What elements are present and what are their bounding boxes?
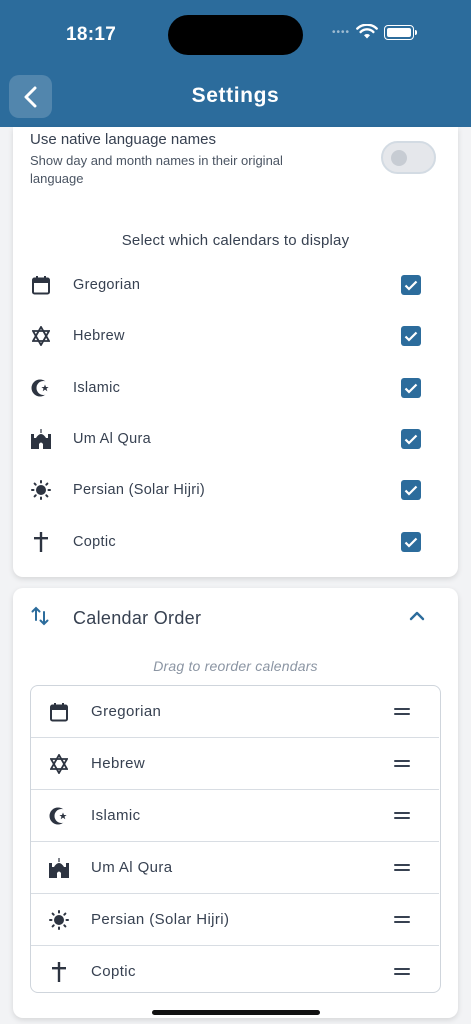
- order-item-islamic[interactable]: Islamic: [31, 790, 439, 842]
- check-icon: [404, 383, 418, 394]
- um-al-qura-checkbox[interactable]: [401, 429, 421, 449]
- calendar-option-islamic[interactable]: Islamic: [13, 368, 458, 408]
- crescent-star-icon: [48, 805, 70, 827]
- calendars-heading: Select which calendars to display: [121, 232, 350, 249]
- persian-checkbox[interactable]: [401, 480, 421, 500]
- drag-handle-icon[interactable]: [394, 862, 410, 874]
- sun-icon: [48, 909, 70, 931]
- calendar-display-card: Use native language names Show day and m…: [13, 127, 458, 577]
- drag-handle-icon[interactable]: [394, 966, 410, 978]
- coptic-checkbox[interactable]: [401, 532, 421, 552]
- calendar-option-coptic[interactable]: Coptic: [13, 522, 458, 562]
- star-of-david-icon: [30, 325, 52, 347]
- sort-arrows-icon: [31, 606, 49, 626]
- calendar-order-title: Calendar Order: [73, 608, 202, 628]
- calendar-icon: [30, 274, 52, 296]
- order-item-label: Hebrew: [91, 755, 146, 772]
- order-item-um-al-qura[interactable]: Um Al Qura: [31, 842, 439, 894]
- calendar-option-label: Islamic: [73, 380, 121, 396]
- check-icon: [404, 331, 418, 342]
- battery-icon: [384, 24, 418, 40]
- drag-handle-icon[interactable]: [394, 706, 410, 718]
- native-language-description: Show day and month names in their origin…: [30, 153, 283, 186]
- calendar-option-label: Um Al Qura: [73, 431, 151, 447]
- drag-handle-icon[interactable]: [394, 758, 410, 770]
- calendar-option-hebrew[interactable]: Hebrew: [13, 316, 458, 356]
- calendar-option-gregorian[interactable]: Gregorian: [13, 265, 458, 305]
- home-indicator[interactable]: [152, 1010, 320, 1015]
- hebrew-checkbox[interactable]: [401, 326, 421, 346]
- calendar-option-label: Coptic: [73, 534, 116, 550]
- toggle-knob: [391, 150, 407, 166]
- check-icon: [404, 434, 418, 445]
- check-icon: [404, 485, 418, 496]
- calendar-option-persian[interactable]: Persian (Solar Hijri): [13, 470, 458, 510]
- gregorian-checkbox[interactable]: [401, 275, 421, 295]
- calendar-option-um-al-qura[interactable]: Um Al Qura: [13, 419, 458, 459]
- app-header: 18:17 •••• Settings: [0, 0, 471, 127]
- order-item-persian[interactable]: Persian (Solar Hijri): [31, 894, 439, 946]
- calendar-order-card: Calendar Order Drag to reorder calendars…: [13, 588, 458, 1018]
- order-item-gregorian[interactable]: Gregorian: [31, 686, 439, 738]
- star-of-david-icon: [48, 753, 70, 775]
- native-language-title: Use native language names: [30, 131, 216, 148]
- calendar-order-header[interactable]: Calendar Order: [13, 588, 458, 648]
- sun-icon: [30, 479, 52, 501]
- wifi-icon: [356, 24, 378, 39]
- mosque-icon: [48, 857, 70, 879]
- order-item-label: Islamic: [91, 807, 141, 824]
- dynamic-island: [168, 15, 303, 55]
- check-icon: [404, 280, 418, 291]
- cross-icon: [48, 961, 70, 983]
- drag-handle-icon[interactable]: [394, 810, 410, 822]
- native-language-toggle[interactable]: [381, 141, 436, 174]
- calendar-option-label: Gregorian: [73, 277, 141, 293]
- calendar-option-label: Persian (Solar Hijri): [73, 482, 205, 498]
- order-item-label: Persian (Solar Hijri): [91, 911, 230, 928]
- order-item-hebrew[interactable]: Hebrew: [31, 738, 439, 790]
- chevron-up-icon[interactable]: [409, 608, 425, 624]
- status-time: 18:17: [66, 24, 117, 45]
- drag-hint: Drag to reorder calendars: [153, 658, 318, 674]
- crescent-star-icon: [30, 377, 52, 399]
- islamic-checkbox[interactable]: [401, 378, 421, 398]
- calendar-icon: [48, 701, 70, 723]
- mosque-icon: [30, 428, 52, 450]
- cross-icon: [30, 531, 52, 553]
- status-indicators: ••••: [332, 24, 418, 40]
- order-item-label: Um Al Qura: [91, 859, 173, 876]
- order-item-label: Gregorian: [91, 703, 162, 720]
- check-icon: [404, 537, 418, 548]
- order-item-label: Coptic: [91, 963, 136, 980]
- page-title: Settings: [191, 84, 280, 107]
- calendar-order-list: Gregorian Hebrew Islamic Um Al Qura Pers…: [30, 685, 441, 993]
- drag-handle-icon[interactable]: [394, 914, 410, 926]
- signal-icon: ••••: [332, 26, 351, 38]
- order-item-coptic[interactable]: Coptic: [31, 946, 439, 992]
- calendar-option-label: Hebrew: [73, 328, 125, 344]
